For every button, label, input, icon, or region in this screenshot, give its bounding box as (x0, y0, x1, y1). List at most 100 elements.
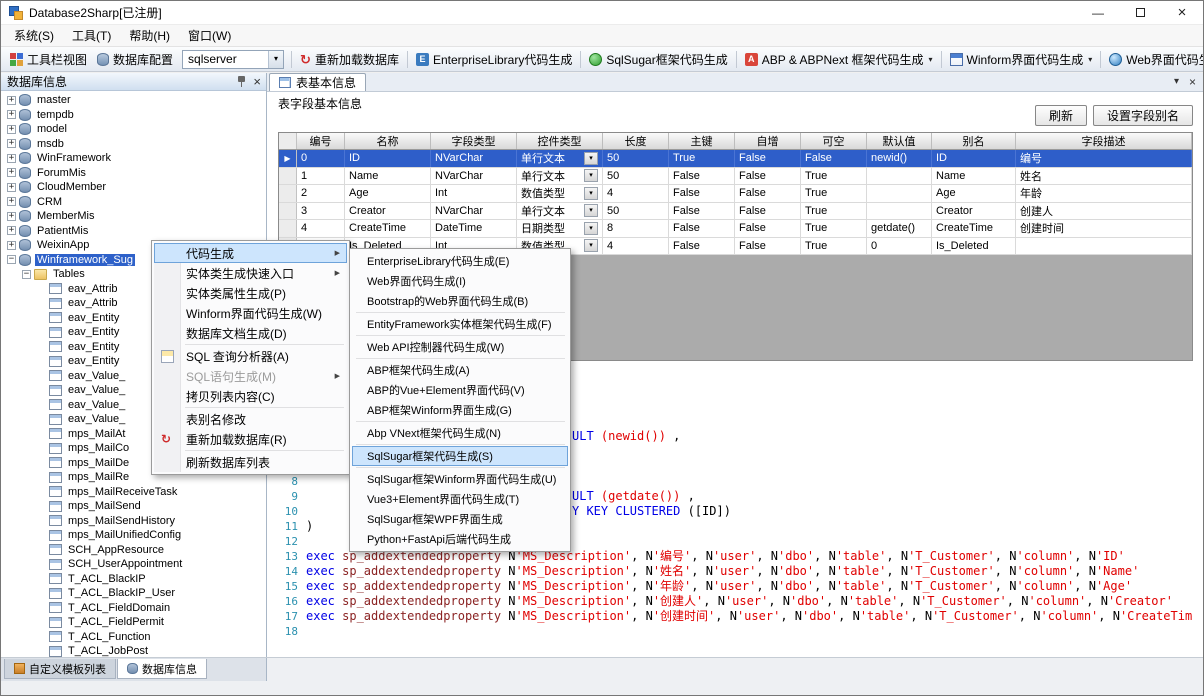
grid-cell[interactable]: 4 (297, 220, 345, 237)
collapse-icon[interactable]: − (22, 270, 31, 279)
menubar-item[interactable]: 帮助(H) (120, 25, 179, 46)
tree-item[interactable]: T_ACL_Function (3, 630, 266, 645)
expand-icon[interactable]: + (7, 226, 16, 235)
grid-cell[interactable] (867, 168, 932, 185)
context-menu-item[interactable]: Winform界面代码生成(W) (154, 303, 347, 323)
grid-cell[interactable]: False (669, 238, 735, 255)
tree-item[interactable]: +WinFramework (3, 151, 266, 166)
submenu-item[interactable]: SqlSugar框架代码生成(S) (352, 446, 568, 466)
minimize-button[interactable]: — (1077, 1, 1119, 24)
pin-icon[interactable] (237, 76, 246, 87)
tree-item[interactable]: +master (3, 93, 266, 108)
grid-row[interactable]: 3CreatorNVarChar单行文本▾50FalseFalseTrueCre… (279, 203, 1192, 221)
grid-cell[interactable]: 数值类型▾ (517, 185, 603, 202)
context-menu-item[interactable]: 实体类生成快速入口▶ (154, 263, 347, 283)
tab-table-basic-info[interactable]: 表基本信息 (269, 73, 366, 91)
database-type-combo[interactable]: sqlserver ▾ (182, 50, 284, 69)
menubar-item[interactable]: 工具(T) (63, 25, 120, 46)
submenu-item[interactable]: Bootstrap的Web界面代码生成(B) (352, 291, 568, 311)
grid-cell[interactable]: NVarChar (431, 168, 517, 185)
grid-column-header[interactable]: 主键 (669, 133, 735, 149)
grid-cell[interactable]: 1 (297, 168, 345, 185)
tree-item[interactable]: +MemberMis (3, 209, 266, 224)
enterpriselibrary-codegen-button[interactable]: E EnterpriseLibrary代码生成 (411, 49, 577, 70)
grid-cell[interactable]: NVarChar (431, 150, 517, 167)
context-menu-item[interactable]: 表别名修改 (154, 409, 347, 429)
row-selector[interactable] (279, 168, 297, 185)
grid-cell[interactable]: 编号 (1016, 150, 1192, 167)
expand-icon[interactable]: + (7, 241, 16, 250)
grid-row[interactable]: 2AgeInt数值类型▾4FalseFalseTrueAge年龄 (279, 185, 1192, 203)
tree-item[interactable]: +CloudMember (3, 180, 266, 195)
close-button[interactable]: × (1161, 1, 1203, 24)
expand-icon[interactable]: + (7, 183, 16, 192)
grid-cell[interactable]: True (801, 203, 867, 220)
db-config-button[interactable]: 数据库配置 (92, 49, 178, 70)
expand-icon[interactable]: + (7, 168, 16, 177)
tree-item[interactable]: mps_MailSend (3, 499, 266, 514)
grid-column-header[interactable]: 字段类型 (431, 133, 517, 149)
grid-column-header[interactable]: 长度 (603, 133, 669, 149)
cell-combo-button[interactable]: ▾ (584, 169, 598, 182)
grid-cell[interactable]: Creator (345, 203, 431, 220)
cell-combo-button[interactable]: ▾ (584, 222, 598, 235)
grid-cell[interactable]: 0 (867, 238, 932, 255)
grid-cell[interactable]: newid() (867, 150, 932, 167)
grid-cell[interactable]: True (801, 238, 867, 255)
menubar-item[interactable]: 窗口(W) (179, 25, 240, 46)
tree-item[interactable]: mps_MailSendHistory (3, 514, 266, 529)
grid-cell[interactable]: 创建人 (1016, 203, 1192, 220)
web-codegen-button[interactable]: Web界面代码生成 ▾ (1104, 49, 1204, 70)
row-selector[interactable] (279, 185, 297, 202)
refresh-button[interactable]: 刷新 (1035, 105, 1087, 126)
context-menu-item[interactable]: 实体类属性生成(P) (154, 283, 347, 303)
grid-cell[interactable]: 4 (603, 185, 669, 202)
expand-icon[interactable]: + (7, 139, 16, 148)
tree-item[interactable]: +ForumMis (3, 166, 266, 181)
grid-column-header[interactable]: 字段描述 (1016, 133, 1192, 149)
abp-codegen-button[interactable]: A ABP & ABPNext 框架代码生成 ▾ (740, 49, 938, 70)
grid-cell[interactable]: ID (932, 150, 1016, 167)
grid-cell[interactable]: Age (932, 185, 1016, 202)
context-menu-item[interactable]: 代码生成▶ (154, 243, 347, 263)
grid-cell[interactable]: False (669, 203, 735, 220)
tree-item[interactable]: mps_MailReceiveTask (3, 485, 266, 500)
menubar-item[interactable]: 系统(S) (5, 25, 63, 46)
tab-custom-template-list[interactable]: 自定义模板列表 (4, 659, 116, 679)
grid-cell[interactable]: Creator (932, 203, 1016, 220)
cell-combo-button[interactable]: ▾ (584, 239, 598, 252)
submenu-item[interactable]: SqlSugar框架Winform界面代码生成(U) (352, 469, 568, 489)
grid-cell[interactable]: False (735, 185, 801, 202)
tree-item[interactable]: T_ACL_BlackIP_User (3, 586, 266, 601)
grid-cell[interactable]: NVarChar (431, 203, 517, 220)
grid-cell[interactable]: getdate() (867, 220, 932, 237)
tree-item[interactable]: +msdb (3, 137, 266, 152)
tree-item[interactable]: SCH_AppResource (3, 543, 266, 558)
expand-icon[interactable]: + (7, 110, 16, 119)
chevron-down-icon[interactable]: ▾ (1088, 55, 1092, 64)
tree-item[interactable]: T_ACL_FieldPermit (3, 615, 266, 630)
grid-column-header[interactable]: 别名 (932, 133, 1016, 149)
grid-cell[interactable]: False (669, 220, 735, 237)
grid-cell[interactable]: 2 (297, 185, 345, 202)
grid-cell[interactable]: 日期类型▾ (517, 220, 603, 237)
tree-item[interactable]: +tempdb (3, 108, 266, 123)
expand-icon[interactable]: + (7, 154, 16, 163)
grid-cell[interactable]: False (735, 238, 801, 255)
cell-combo-button[interactable]: ▾ (584, 204, 598, 217)
grid-cell[interactable]: True (801, 185, 867, 202)
tab-close-button[interactable]: × (1189, 76, 1196, 88)
grid-cell[interactable]: 年龄 (1016, 185, 1192, 202)
grid-cell[interactable]: False (735, 168, 801, 185)
tab-database-info[interactable]: 数据库信息 (117, 659, 207, 679)
grid-cell[interactable]: False (735, 220, 801, 237)
grid-cell[interactable]: 0 (297, 150, 345, 167)
context-menu-item[interactable]: 数据库文档生成(D) (154, 323, 347, 343)
grid-row[interactable]: ▶0IDNVarChar单行文本▾50TrueFalseFalsenewid()… (279, 150, 1192, 168)
grid-cell[interactable]: CreateTime (345, 220, 431, 237)
grid-cell[interactable]: 8 (603, 220, 669, 237)
submenu-item[interactable]: EntityFramework实体框架代码生成(F) (352, 314, 568, 334)
tree-item[interactable]: mps_MailUnifiedConfig (3, 528, 266, 543)
grid-cell[interactable]: 单行文本▾ (517, 168, 603, 185)
cell-combo-button[interactable]: ▾ (584, 152, 598, 165)
